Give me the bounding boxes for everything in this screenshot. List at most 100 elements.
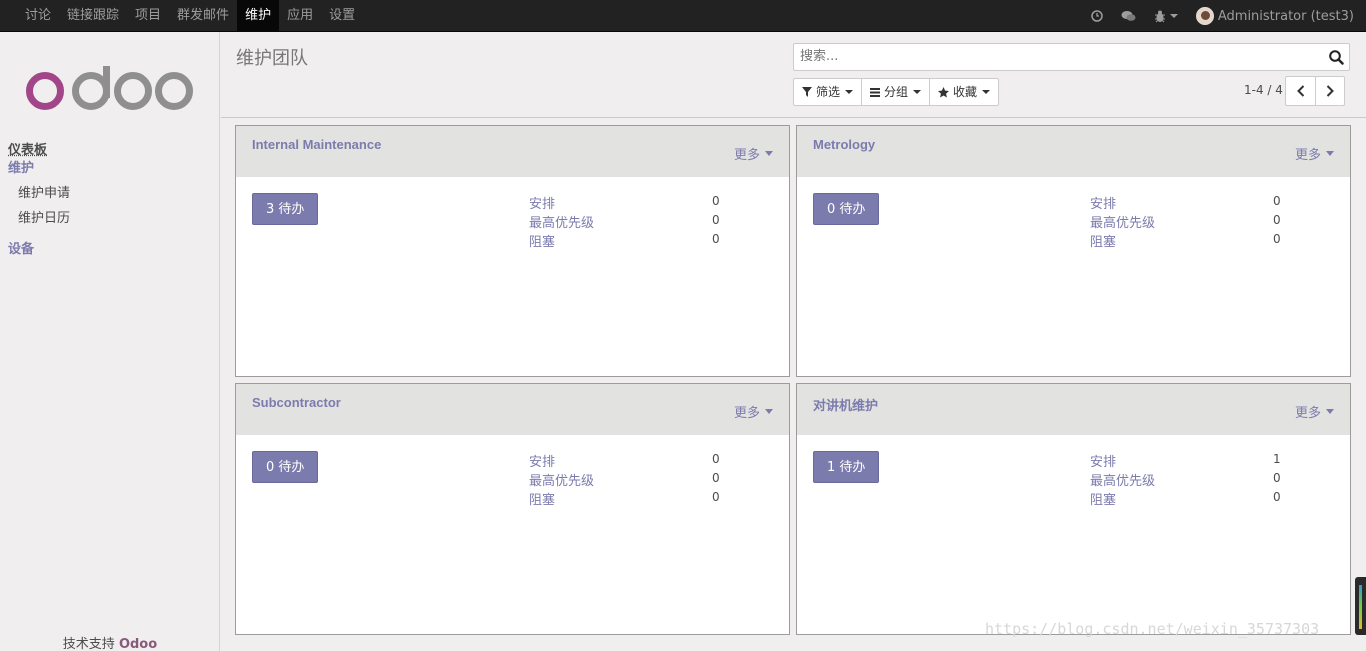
menu-link-tracker[interactable]: 链接跟踪 (59, 0, 127, 31)
search-input[interactable] (800, 44, 1320, 70)
scheduled-link[interactable]: 安排 (1090, 193, 1116, 212)
more-label: 更多 (1294, 406, 1321, 421)
chevron-down-icon (765, 151, 773, 156)
team-name[interactable]: 对讲机维护 (813, 395, 878, 414)
user-name: Administrator (test3) (1217, 8, 1354, 24)
blocked-count: 0 (1273, 490, 1281, 504)
sidebar: 仪表板 维护 维护申请 维护日历 设备 技术支持 Odoo (0, 32, 220, 651)
menu-maintenance[interactable]: 维护 (237, 0, 280, 31)
more-dropdown[interactable]: 更多 (734, 402, 773, 421)
top-priority-link[interactable]: 最高优先级 (1090, 212, 1155, 231)
more-dropdown[interactable]: 更多 (734, 144, 773, 163)
team-name[interactable]: Metrology (813, 137, 875, 152)
pager-value: 1-4 / 4 (1244, 83, 1283, 97)
scheduled-link[interactable]: 安排 (529, 451, 555, 470)
scheduled-count: 0 (712, 194, 720, 208)
team-name[interactable]: Internal Maintenance (252, 137, 381, 152)
top-navbar: 讨论 链接跟踪 项目 群发邮件 维护 应用 设置 Administrator (… (0, 0, 1366, 32)
blocked-count: 0 (712, 232, 720, 246)
top-priority-link[interactable]: 最高优先级 (529, 470, 594, 489)
app-menu: 讨论 链接跟踪 项目 群发邮件 维护 应用 设置 (17, 0, 363, 32)
pager-previous-button[interactable] (1286, 77, 1315, 105)
chevron-down-icon (765, 409, 773, 414)
menu-settings[interactable]: 设置 (321, 0, 363, 31)
breadcrumb: 维护团队 (236, 48, 308, 69)
sidebar-item-maintenance-calendar[interactable]: 维护日历 (18, 207, 70, 226)
scheduled-link[interactable]: 安排 (1090, 451, 1116, 470)
menu-mass-mailing[interactable]: 群发邮件 (169, 0, 237, 31)
team-card: Metrology 更多 0 待办 安排 0 最高优先级 0 阻塞 0 (796, 125, 1351, 377)
timer-icon[interactable] (1091, 10, 1103, 22)
scheduled-link[interactable]: 安排 (529, 193, 555, 212)
favorites-button[interactable]: 收藏 (929, 79, 998, 105)
more-label: 更多 (1294, 148, 1321, 163)
avatar (1195, 7, 1214, 25)
scheduled-count: 1 (1273, 452, 1281, 466)
top-priority-count: 0 (1273, 471, 1281, 485)
todo-button[interactable]: 0 待办 (813, 193, 880, 225)
filter-label: 筛选 (816, 85, 841, 99)
favorites-label: 收藏 (953, 85, 978, 99)
chevron-left-icon (1296, 85, 1304, 97)
blocked-link[interactable]: 阻塞 (529, 231, 555, 250)
team-card: Subcontractor 更多 0 待办 安排 0 最高优先级 0 阻塞 0 (235, 383, 790, 635)
chevron-down-icon (1326, 151, 1334, 156)
powered-by: 技术支持 Odoo (0, 633, 220, 651)
star-icon (938, 86, 950, 98)
card-header (797, 126, 1350, 177)
top-priority-link[interactable]: 最高优先级 (1090, 470, 1155, 489)
menu-discuss[interactable]: 讨论 (17, 0, 59, 31)
more-dropdown[interactable]: 更多 (1295, 144, 1334, 163)
scheduled-count: 0 (1273, 194, 1281, 208)
team-card: Internal Maintenance 更多 3 待办 安排 0 最高优先级 … (235, 125, 790, 377)
blocked-link[interactable]: 阻塞 (1090, 489, 1116, 508)
chevron-down-icon (1326, 409, 1334, 414)
card-header (797, 384, 1350, 435)
chevron-down-icon (1169, 14, 1178, 18)
debug-bug-icon[interactable] (1154, 10, 1178, 23)
search-icon[interactable] (1329, 50, 1344, 69)
todo-button[interactable]: 1 待办 (813, 451, 880, 483)
watermark: https://blog.csdn.net/weixin_35737303 (985, 620, 1320, 638)
side-widget[interactable] (1355, 577, 1366, 635)
control-panel: 维护团队 筛选 分组 收藏 1-4 / 4 (221, 32, 1366, 118)
sidebar-section-maintenance: 维护 (8, 161, 35, 176)
blocked-link[interactable]: 阻塞 (1090, 231, 1116, 250)
top-priority-count: 0 (1273, 213, 1281, 227)
chat-icon[interactable] (1121, 10, 1136, 22)
powered-by-link[interactable]: Odoo (119, 637, 157, 651)
chevron-down-icon (982, 90, 991, 94)
sidebar-section-equipment[interactable]: 设备 (8, 238, 34, 257)
odoo-logo[interactable] (26, 66, 194, 112)
sidebar-item-dashboard[interactable]: 仪表板 (8, 139, 47, 158)
more-dropdown[interactable]: 更多 (1295, 402, 1334, 421)
todo-button[interactable]: 0 待办 (252, 451, 319, 483)
filter-icon (802, 87, 812, 97)
chevron-right-icon (1326, 85, 1334, 97)
filter-button[interactable]: 筛选 (794, 79, 861, 105)
top-priority-count: 0 (712, 213, 720, 227)
more-label: 更多 (733, 406, 760, 421)
group-by-label: 分组 (884, 85, 909, 99)
powered-by-text: 技术支持 (62, 637, 115, 651)
systray: Administrator (test3) (1073, 0, 1354, 32)
search-box (793, 43, 1350, 71)
blocked-link[interactable]: 阻塞 (529, 489, 555, 508)
sidebar-item-maintenance-requests[interactable]: 维护申请 (18, 182, 70, 201)
pager-next-button[interactable] (1315, 77, 1344, 105)
chevron-down-icon (913, 90, 922, 94)
list-icon (870, 87, 881, 97)
search-options: 筛选 分组 收藏 (793, 78, 1000, 106)
chevron-down-icon (845, 90, 854, 94)
more-label: 更多 (733, 148, 760, 163)
team-name[interactable]: Subcontractor (252, 395, 341, 410)
menu-apps[interactable]: 应用 (279, 0, 321, 31)
top-priority-link[interactable]: 最高优先级 (529, 212, 594, 231)
pager-buttons (1285, 76, 1345, 106)
user-menu[interactable]: Administrator (test3) (1195, 7, 1354, 25)
top-priority-count: 0 (712, 471, 720, 485)
todo-button[interactable]: 3 待办 (252, 193, 319, 225)
group-by-button[interactable]: 分组 (861, 79, 929, 105)
menu-project[interactable]: 项目 (127, 0, 169, 31)
blocked-count: 0 (1273, 232, 1281, 246)
